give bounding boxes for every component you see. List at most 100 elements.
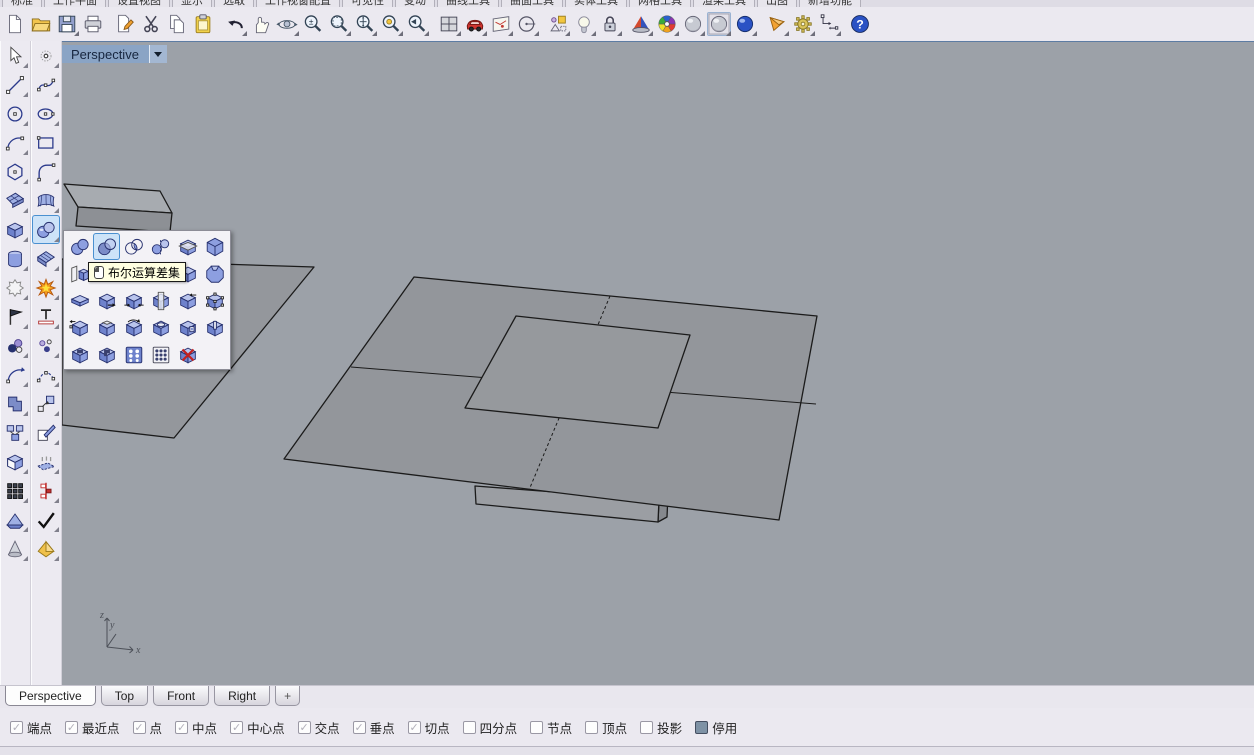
toolbar-button-print[interactable]: [81, 12, 105, 36]
sidebar-button-copy-objects[interactable]: [1, 418, 29, 447]
toolbar-button-dimensions[interactable]: [817, 12, 841, 36]
osnap-item-project[interactable]: ✓ 投影: [640, 718, 682, 737]
sidebar-button-interpolate-curve[interactable]: [32, 70, 60, 99]
toolbar-group-tab-surface-tools[interactable]: 曲面工具: [501, 0, 563, 7]
sidebar-button-arc[interactable]: [1, 128, 29, 157]
sidebar-button-polyline[interactable]: [1, 70, 29, 99]
checkbox[interactable]: ✓: [463, 721, 476, 734]
toolbar-group-tab-mesh-tools[interactable]: 网格工具: [629, 0, 691, 7]
toolbar-button-open-file[interactable]: [29, 12, 53, 36]
flyout-button-boolean-intersection[interactable]: [120, 233, 147, 260]
osnap-item-point[interactable]: ✓ 点: [133, 718, 163, 737]
sidebar-button-point[interactable]: [32, 41, 60, 70]
toolbar-button-zoom-window[interactable]: [327, 12, 351, 36]
osnap-item-center[interactable]: ✓ 中心点: [230, 718, 285, 737]
flyout-button-rectangular-hole[interactable]: [174, 314, 201, 341]
sidebar-button-trim[interactable]: [32, 418, 60, 447]
flyout-button-round-hole[interactable]: [147, 314, 174, 341]
toolbar-button-zoom-previous[interactable]: [405, 12, 429, 36]
flyout-button-channel-hole[interactable]: [201, 314, 228, 341]
toolbar-button-render-preview[interactable]: [681, 12, 705, 36]
sidebar-button-rebuild-curve[interactable]: [32, 360, 60, 389]
sidebar-button-wedge[interactable]: [1, 505, 29, 534]
toolbar-group-tab-display[interactable]: 显示: [172, 0, 212, 7]
sidebar-button-circle[interactable]: [1, 99, 29, 128]
flyout-button-boolean-union[interactable]: [66, 233, 93, 260]
checkbox[interactable]: ✓: [640, 721, 653, 734]
toolbar-button-rotate-view[interactable]: [275, 12, 299, 36]
checkbox[interactable]: ✓: [695, 721, 708, 734]
toolbar-button-lights[interactable]: [572, 12, 596, 36]
flyout-button-extrude-face[interactable]: [93, 287, 120, 314]
toolbar-button-save-file[interactable]: [55, 12, 79, 36]
osnap-item-disable[interactable]: ✓ 停用: [695, 718, 737, 737]
osnap-item-tangent[interactable]: ✓ 切点: [408, 718, 450, 737]
checkbox[interactable]: ✓: [133, 721, 146, 734]
viewport-title[interactable]: Perspective: [62, 45, 149, 63]
flyout-button-solid-from-planar[interactable]: [174, 233, 201, 260]
toolbar-button-pan-view[interactable]: [249, 12, 273, 36]
toolbar-button-zoom-dynamic[interactable]: ±: [301, 12, 325, 36]
toolbar-group-tab-select[interactable]: 选取: [214, 0, 254, 7]
toolbar-group-tab-drafting[interactable]: 出图: [757, 0, 797, 7]
toolbar-group-tab-viewport-layout[interactable]: 工作视窗配置: [256, 0, 340, 7]
toolbar-group-tab-curve-tools[interactable]: 曲线工具: [437, 0, 499, 7]
sidebar-button-explode[interactable]: [1, 273, 29, 302]
flyout-button-boolean-difference[interactable]: [93, 233, 120, 260]
toolbar-button-set-view[interactable]: [515, 12, 539, 36]
flyout-button-delete-hole[interactable]: [174, 341, 201, 368]
toolbar-button-object-snap[interactable]: [546, 12, 570, 36]
flyout-button-insert-face[interactable]: [174, 287, 201, 314]
sidebar-button-solid-tools[interactable]: [32, 215, 60, 244]
checkbox[interactable]: ✓: [353, 721, 366, 734]
toolbar-button-viewport-layout[interactable]: [437, 12, 461, 36]
osnap-item-quadrant[interactable]: ✓ 四分点: [463, 718, 518, 737]
checkbox[interactable]: ✓: [530, 721, 543, 734]
checkbox[interactable]: ✓: [65, 721, 78, 734]
sidebar-button-hammer[interactable]: [1, 302, 29, 331]
flyout-button-polyhedron[interactable]: [201, 233, 228, 260]
osnap-item-end[interactable]: ✓ 端点: [10, 718, 52, 737]
toolbar-group-tab-render-tools[interactable]: 渲染工具: [693, 0, 755, 7]
flyout-button-rotate-face[interactable]: [120, 314, 147, 341]
toolbar-group-tab-set-view[interactable]: 设置视图: [108, 0, 170, 7]
toolbar-button-render-current[interactable]: [707, 12, 731, 36]
toolbar-group-tab-transform[interactable]: 变动: [395, 0, 435, 7]
sidebar-button-select[interactable]: [1, 41, 29, 70]
toolbar-button-zoom-extents[interactable]: [353, 12, 377, 36]
sidebar-button-cone[interactable]: [1, 534, 29, 563]
toolbar-group-tab-solid-tools[interactable]: 实体工具: [565, 0, 627, 7]
viewport-canvas[interactable]: z y x: [62, 42, 1254, 686]
toolbar-button-named-view[interactable]: [463, 12, 487, 36]
sidebar-button-ellipse[interactable]: [32, 99, 60, 128]
viewport-title-menu[interactable]: [149, 45, 167, 63]
toolbar-button-paste[interactable]: [191, 12, 215, 36]
toolbar-group-tab-new-features[interactable]: 新增功能: [799, 0, 861, 7]
flyout-button-solid-control-points[interactable]: [201, 287, 228, 314]
checkbox[interactable]: ✓: [585, 721, 598, 734]
flyout-button-boolean-split[interactable]: [147, 233, 174, 260]
toolbar-button-shaded-display[interactable]: [629, 12, 653, 36]
view-tab-perspective[interactable]: Perspective: [5, 686, 96, 706]
sidebar-button-text[interactable]: [32, 302, 60, 331]
sidebar-button-extrude[interactable]: [1, 389, 29, 418]
osnap-item-knot[interactable]: ✓ 节点: [530, 718, 572, 737]
sidebar-button-rectangle[interactable]: [32, 128, 60, 157]
sidebar-button-curve-edit[interactable]: [1, 360, 29, 389]
toolbar-button-rendered-display[interactable]: [655, 12, 679, 36]
osnap-item-vertex[interactable]: ✓ 顶点: [585, 718, 627, 737]
checkbox[interactable]: ✓: [408, 721, 421, 734]
sidebar-button-align[interactable]: [32, 476, 60, 505]
view-tab-right[interactable]: Right: [214, 686, 270, 706]
toolbar-button-new-file[interactable]: [3, 12, 27, 36]
toolbar-group-tab-cplanes[interactable]: 工作平面: [44, 0, 106, 7]
sidebar-button-plane-surface[interactable]: [1, 186, 29, 215]
sidebar-button-extract-surface[interactable]: [1, 447, 29, 476]
flyout-button-slab[interactable]: [66, 287, 93, 314]
sidebar-button-mesh-surface[interactable]: [32, 244, 60, 273]
sidebar-button-cylinder[interactable]: [1, 244, 29, 273]
flyout-button-corner-notch[interactable]: [66, 341, 93, 368]
sidebar-button-polygon[interactable]: [1, 157, 29, 186]
sidebar-button-point-set[interactable]: [32, 331, 60, 360]
checkbox[interactable]: ✓: [10, 721, 23, 734]
